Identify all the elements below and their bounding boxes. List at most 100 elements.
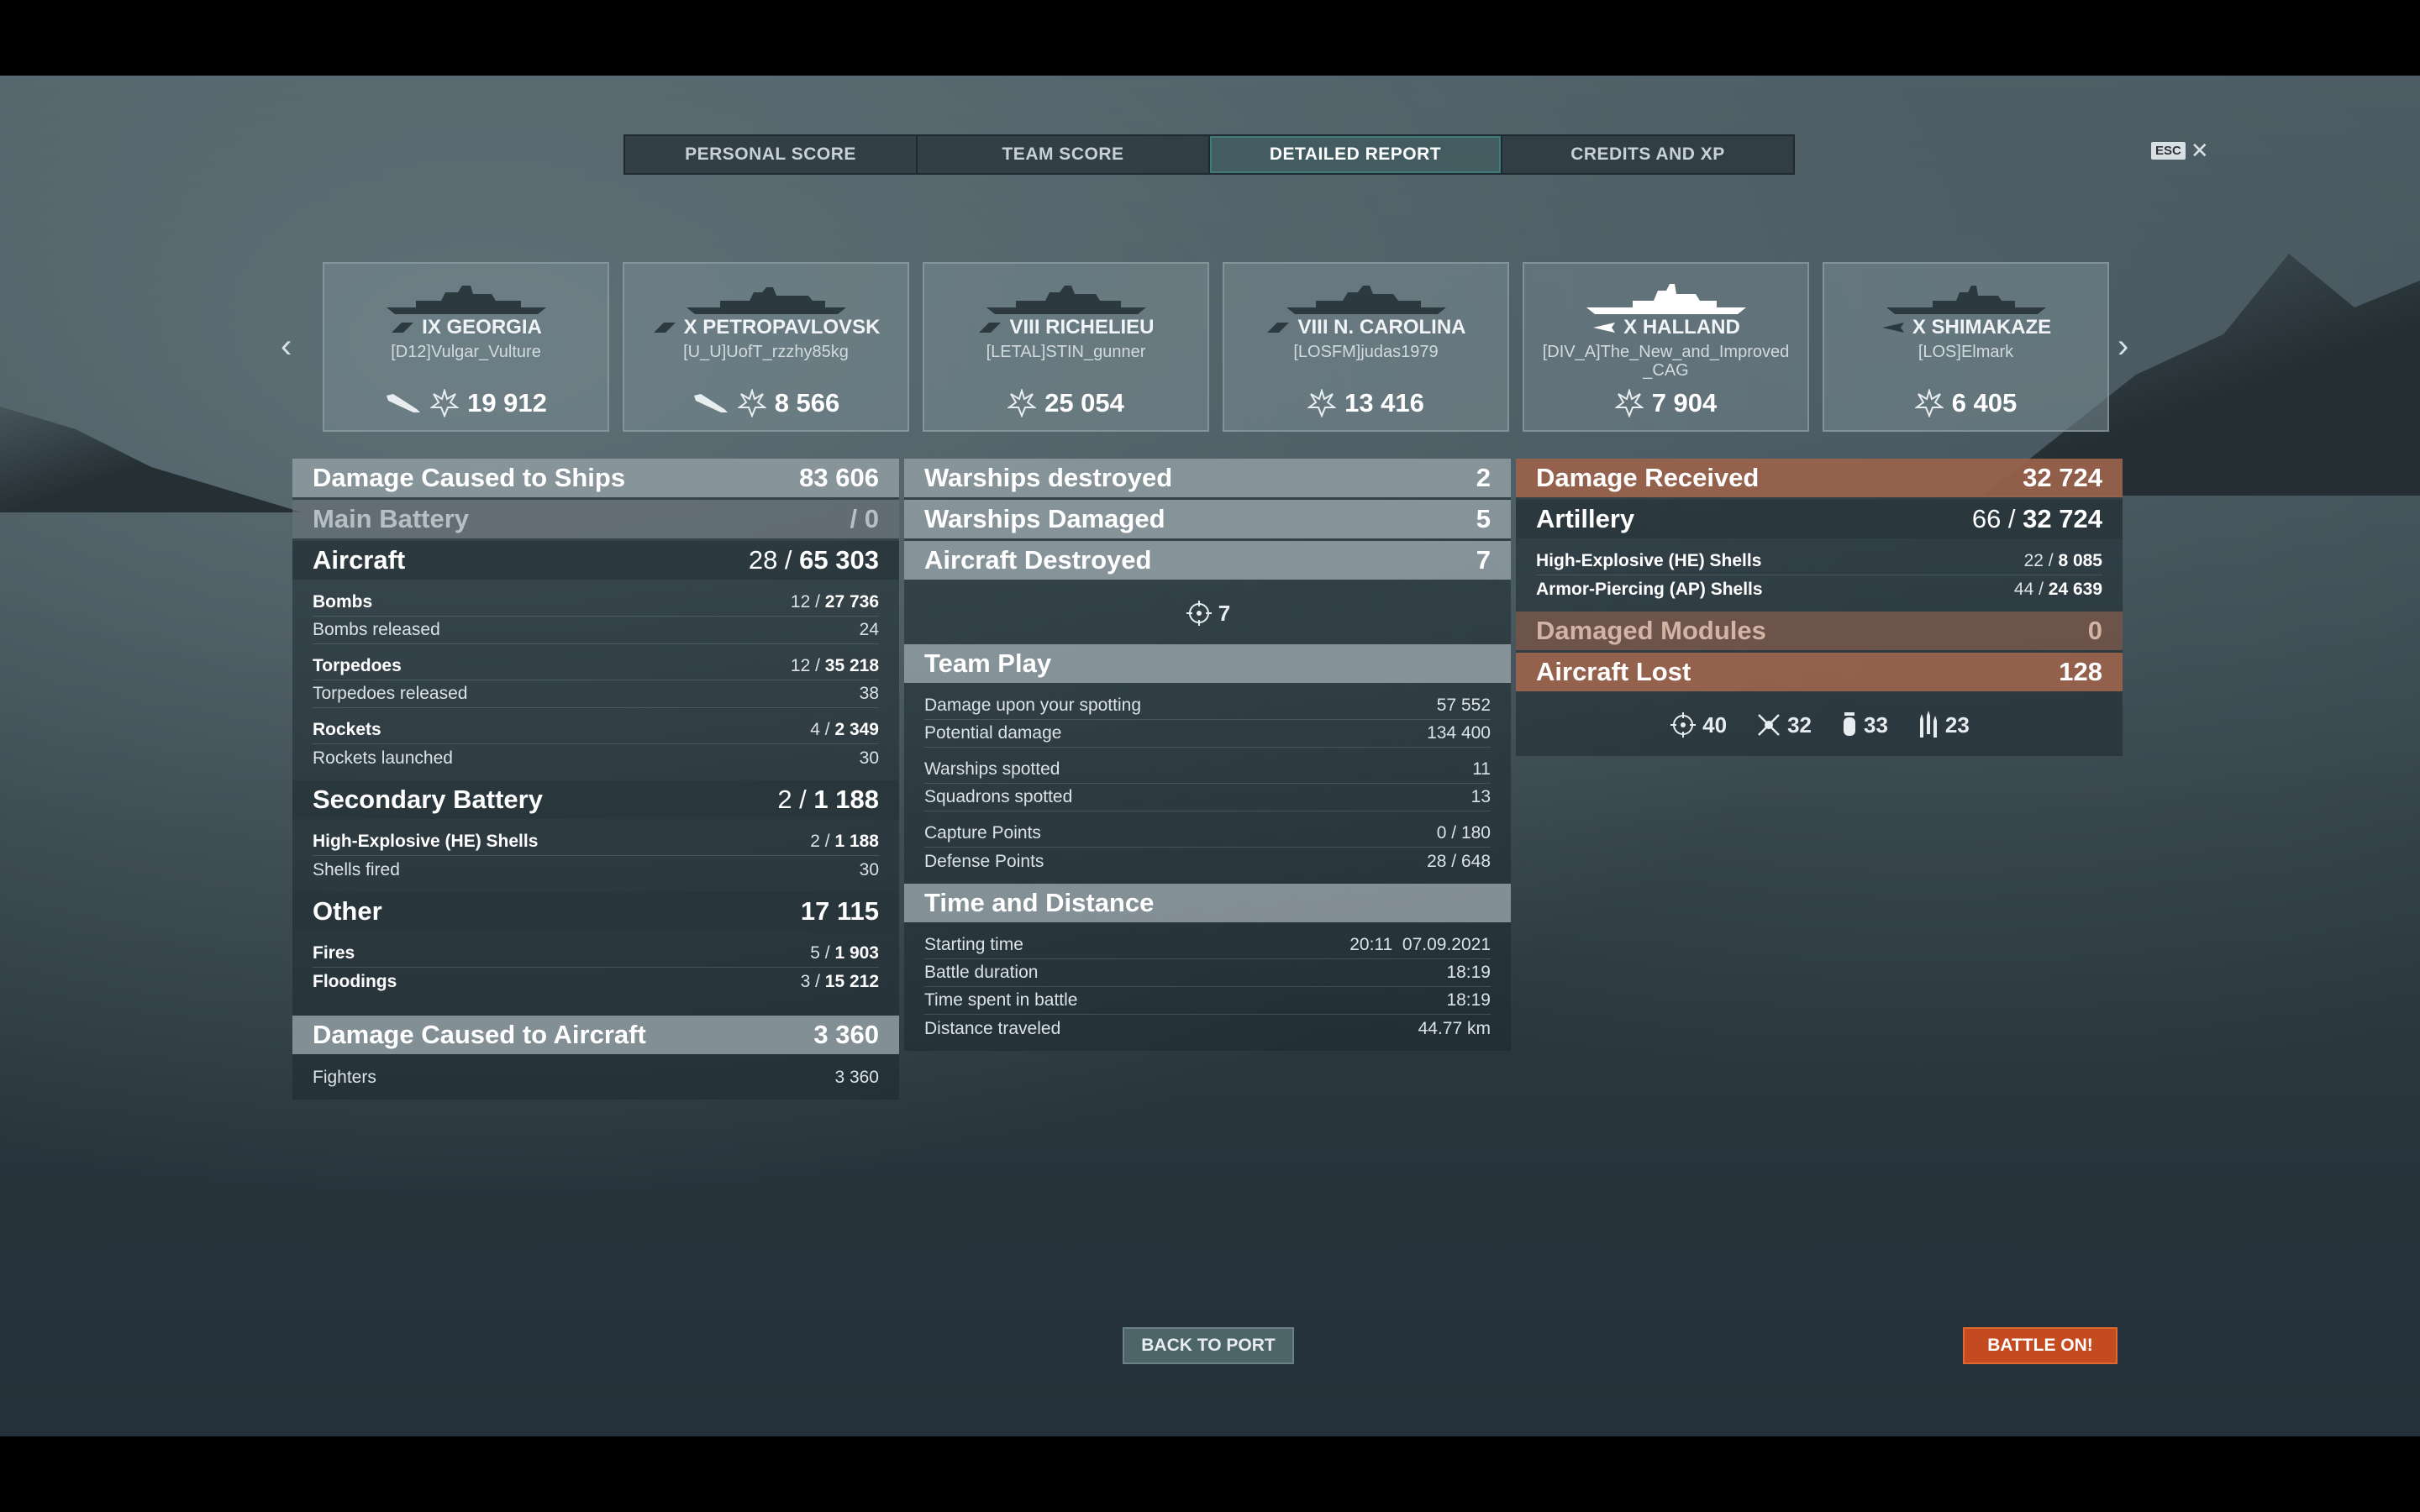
secondary-rows: High-Explosive (HE) Shells 2 / 1 188 Shel… bbox=[292, 822, 899, 892]
damage-value: 13 416 bbox=[1344, 388, 1424, 417]
time-in-battle-row: Time spent in battle 18:19 bbox=[924, 987, 1491, 1015]
explosion-icon bbox=[1614, 389, 1644, 417]
shot-down-icon bbox=[1758, 714, 1780, 736]
damage-value: 25 054 bbox=[1044, 388, 1124, 417]
warships-spotted-row: Warships spotted 11 bbox=[924, 756, 1491, 784]
player-name: [LOSFM]judas1979 bbox=[1293, 343, 1439, 361]
damage-received-header: Damage Received 32 724 bbox=[1516, 459, 2123, 497]
capture-points-row: Capture Points 0 / 180 bbox=[924, 820, 1491, 848]
other-damage-header: Other 17 115 bbox=[292, 892, 899, 931]
tab-credits-and-xp[interactable]: CREDITS AND XP bbox=[1502, 136, 1793, 173]
ship-class-icon bbox=[979, 323, 1002, 333]
ship-class-icon bbox=[1267, 323, 1290, 333]
destroyer-class-icon bbox=[1593, 323, 1616, 333]
explosion-icon bbox=[1007, 389, 1037, 417]
ship-class-icon bbox=[392, 323, 414, 333]
ship-name: X HALLAND bbox=[1623, 316, 1740, 339]
player-name: [D12]Vulgar_Vulture bbox=[391, 343, 541, 361]
torpedoes-released-row: Torpedoes released 38 bbox=[313, 680, 879, 708]
potential-damage-row: Potential damage 134 400 bbox=[924, 720, 1491, 748]
ship-card[interactable]: X SHIMAKAZE [LOS]Elmark 6 405 bbox=[1823, 262, 2109, 432]
ship-class-icon bbox=[653, 323, 676, 333]
ship-name: VIII N. CAROLINA bbox=[1297, 316, 1466, 339]
ship-card-selected[interactable]: X HALLAND [DIV_A]The_New_and_Improved_CA… bbox=[1523, 262, 1809, 432]
damage-caused-aircraft-header: Damage Caused to Aircraft 3 360 bbox=[292, 1016, 899, 1054]
close-button[interactable]: ESC ✕ bbox=[2151, 139, 2209, 161]
ship-card[interactable]: X PETROPAVLOVSK [U_U]UofT_rzzhy85kg 8 56… bbox=[623, 262, 909, 432]
fighters-row: Fighters 3 360 bbox=[313, 1067, 879, 1087]
other-rows: Fires 5 / 1 903 Floodings 3 / 15 212 bbox=[292, 933, 899, 1004]
ship-card[interactable]: VIII N. CAROLINA [LOSFM]judas1979 13 416 bbox=[1223, 262, 1509, 432]
aircraft-damage-caused-rows: Fighters 3 360 bbox=[292, 1057, 899, 1100]
explosion-icon bbox=[430, 389, 460, 417]
time-distance-header: Time and Distance bbox=[904, 884, 1511, 922]
starting-time-row: Starting time 20:11 07.09.2021 bbox=[924, 932, 1491, 959]
distance-traveled-row: Distance traveled 44.77 km bbox=[924, 1018, 1491, 1038]
shells-fired-row: Shells fired 30 bbox=[313, 859, 879, 879]
battle-summary-panel: Warships destroyed 2 Warships Damaged 5 Ai… bbox=[904, 459, 1511, 1051]
aircraft-damage-rows: Bombs 12 / 27 736 Bombs released 24 Torped… bbox=[292, 582, 899, 780]
ap-shells-received-row: Armor-Piercing (AP) Shells 44 / 24 639 bbox=[1536, 579, 2102, 599]
ship-name: X SHIMAKAZE bbox=[1912, 316, 2052, 339]
damage-value: 7 904 bbox=[1651, 388, 1718, 417]
destroyer-class-icon bbox=[1881, 323, 1904, 333]
explosion-icon bbox=[737, 389, 766, 417]
rockets-row: Rockets 4 / 2 349 bbox=[313, 717, 879, 744]
ship-name: X PETROPAVLOVSK bbox=[683, 316, 881, 339]
damage-value: 19 912 bbox=[467, 388, 547, 417]
team-play-rows: Damage upon your spotting 57 552 Potentia… bbox=[904, 685, 1511, 884]
destroyer-silhouette-icon bbox=[1586, 284, 1746, 314]
player-name: [DIV_A]The_New_and_Improved_CAG bbox=[1542, 343, 1790, 380]
cruiser-silhouette-icon bbox=[686, 287, 846, 314]
chevron-right-icon[interactable]: › bbox=[2118, 328, 2128, 365]
damage-value: 8 566 bbox=[774, 388, 840, 417]
aircraft-icon bbox=[387, 394, 421, 412]
ship-card[interactable]: IX GEORGIA [D12]Vulgar_Vulture 19 912 bbox=[323, 262, 609, 432]
ship-name: VIII RICHELIEU bbox=[1009, 316, 1155, 339]
fires-row: Fires 5 / 1 903 bbox=[313, 940, 879, 968]
player-name: [LETAL]STIN_gunner bbox=[986, 343, 1146, 361]
aircraft-lost-header: Aircraft Lost 128 bbox=[1516, 653, 2123, 691]
warships-destroyed-header: Warships destroyed 2 bbox=[904, 459, 1511, 497]
battle-duration-row: Battle duration 18:19 bbox=[924, 959, 1491, 987]
bomb-icon bbox=[1844, 712, 1855, 736]
ship-carousel: IX GEORGIA [D12]Vulgar_Vulture 19 912 X … bbox=[323, 262, 2109, 432]
ship-card[interactable]: VIII RICHELIEU [LETAL]STIN_gunner 25 054 bbox=[923, 262, 1209, 432]
destroyer-silhouette-icon bbox=[1886, 286, 2046, 314]
damaged-modules-header: Damaged Modules 0 bbox=[1516, 612, 2123, 650]
battleship-silhouette-icon bbox=[386, 286, 546, 314]
he-shells-received-row: High-Explosive (HE) Shells 22 / 8 085 bbox=[1536, 548, 2102, 575]
esc-key-label: ESC bbox=[2151, 141, 2186, 160]
results-screen: PERSONAL SCORE TEAM SCORE DETAILED REPOR… bbox=[0, 76, 2420, 1436]
damage-caused-panel: Damage Caused to Ships 83 606 Main Batte… bbox=[292, 459, 899, 1100]
rockets-launched-row: Rockets launched 30 bbox=[313, 748, 879, 768]
explosion-icon bbox=[1914, 389, 1944, 417]
tab-bar: PERSONAL SCORE TEAM SCORE DETAILED REPOR… bbox=[623, 134, 1795, 175]
bombs-row: Bombs 12 / 27 736 bbox=[313, 589, 879, 617]
player-name: [U_U]UofT_rzzhy85kg bbox=[683, 343, 849, 361]
rockets-icon bbox=[1919, 711, 1937, 738]
torpedoes-row: Torpedoes 12 / 35 218 bbox=[313, 653, 879, 680]
battleship-silhouette-icon bbox=[1286, 286, 1446, 314]
aircraft-icon bbox=[693, 394, 728, 412]
battle-on-button[interactable]: BATTLE ON! bbox=[1963, 1327, 2118, 1364]
aircraft-destroyed-header: Aircraft Destroyed 7 bbox=[904, 541, 1511, 580]
chevron-left-icon[interactable]: ‹ bbox=[281, 328, 292, 365]
warships-damaged-header: Warships Damaged 5 bbox=[904, 500, 1511, 538]
he-shells-row: High-Explosive (HE) Shells 2 / 1 188 bbox=[313, 828, 879, 856]
damage-value: 6 405 bbox=[1951, 388, 2018, 417]
team-play-header: Team Play bbox=[904, 644, 1511, 683]
squadrons-spotted-row: Squadrons spotted 13 bbox=[924, 784, 1491, 811]
defense-points-row: Defense Points 28 / 648 bbox=[924, 851, 1491, 871]
aircraft-damage-header: Aircraft 28 / 65 303 bbox=[292, 541, 899, 580]
crosshair-icon bbox=[1186, 601, 1212, 626]
bombs-released-row: Bombs released 24 bbox=[313, 617, 879, 644]
back-to-port-button[interactable]: BACK TO PORT bbox=[1123, 1327, 1294, 1364]
tab-detailed-report[interactable]: DETAILED REPORT bbox=[1210, 136, 1502, 173]
tab-team-score[interactable]: TEAM SCORE bbox=[918, 136, 1210, 173]
tab-personal-score[interactable]: PERSONAL SCORE bbox=[625, 136, 918, 173]
player-name: [LOS]Elmark bbox=[1918, 343, 2014, 361]
artillery-rows: High-Explosive (HE) Shells 22 / 8 085 Arm… bbox=[1516, 541, 2123, 612]
battleship-silhouette-icon bbox=[986, 286, 1146, 314]
damage-spotting-row: Damage upon your spotting 57 552 bbox=[924, 692, 1491, 720]
